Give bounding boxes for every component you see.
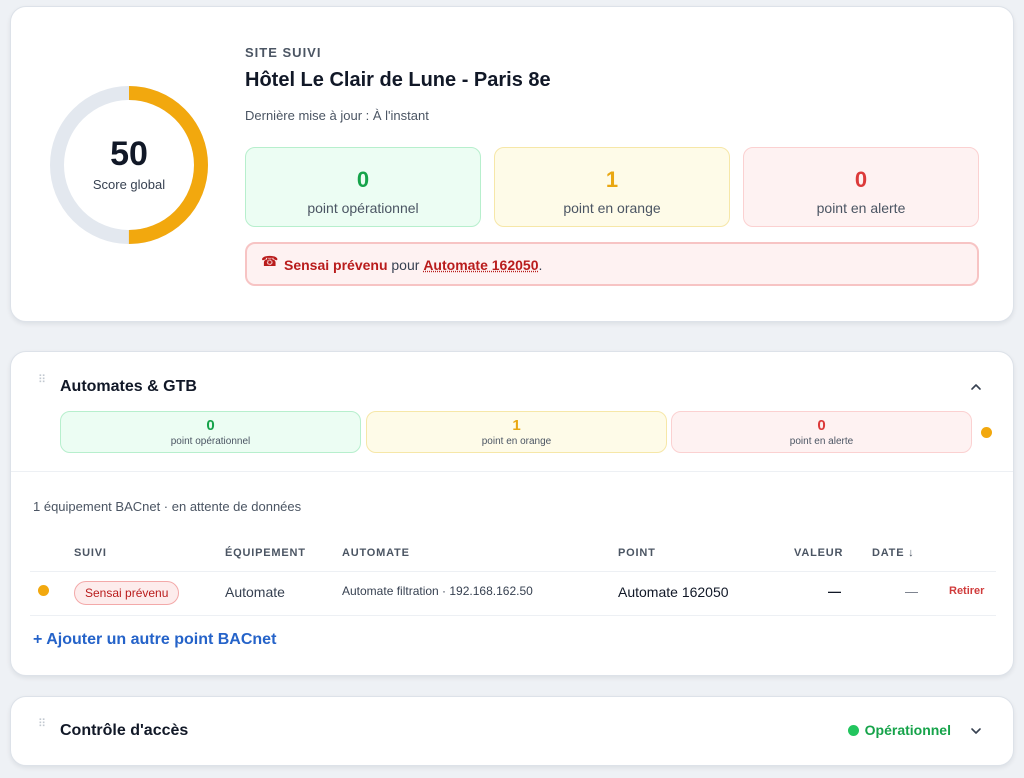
- row-status-dot: [38, 585, 49, 596]
- add-bacnet-point-link[interactable]: + Ajouter un autre point BACnet: [33, 631, 276, 649]
- col-automate[interactable]: AUTOMATE: [342, 547, 410, 559]
- drag-handle-icon[interactable]: ⠿: [38, 719, 48, 733]
- last-update: Dernière mise à jour : À l'instant: [245, 108, 429, 123]
- automates-section: ⠿ Automates & GTB 0 point opérationnel 1…: [10, 351, 1014, 676]
- global-score-gauge: 50 Score global: [49, 85, 209, 245]
- stat-alert: 0 point en alerte: [671, 411, 972, 453]
- stat-orange: 1 point en orange: [494, 147, 730, 227]
- stat-label: point en orange: [481, 436, 552, 447]
- stat-value: 0: [817, 417, 826, 434]
- stat-label: point opérationnel: [170, 436, 251, 447]
- chevron-down-icon[interactable]: [968, 723, 984, 739]
- stat-value: 0: [854, 167, 868, 192]
- cell-point: Automate 162050: [618, 584, 729, 600]
- score-label: Score global: [92, 177, 166, 192]
- col-point[interactable]: POINT: [618, 547, 656, 559]
- stat-alert: 0 point en alerte: [743, 147, 979, 227]
- stat-label: point opérationnel: [307, 200, 419, 216]
- equipment-note: 1 équipement BACnet · en attente de donn…: [33, 499, 302, 514]
- stat-label: point en orange: [563, 200, 661, 216]
- acces-section: ⠿ Contrôle d'accès Opérationnel: [10, 696, 1014, 766]
- cell-valeur: —: [828, 584, 841, 599]
- cell-date: —: [905, 584, 918, 599]
- table-row-border: [30, 571, 996, 572]
- drag-handle-icon[interactable]: ⠿: [38, 375, 48, 389]
- stat-operational: 0 point opérationnel: [245, 147, 481, 227]
- site-summary-card: 50 Score global SITE SUIVI Hôtel Le Clai…: [10, 6, 1014, 322]
- score-value: 50: [110, 135, 148, 173]
- remove-button[interactable]: Retirer: [949, 585, 984, 597]
- divider: [11, 471, 1013, 472]
- status-badge: Sensai prévenu: [74, 581, 180, 605]
- stat-value: 0: [356, 167, 370, 192]
- col-equipement[interactable]: ÉQUIPEMENT: [225, 547, 306, 559]
- status-indicator: Opérationnel: [847, 722, 951, 738]
- stat-operational: 0 point opérationnel: [60, 411, 361, 453]
- stat-value: 1: [605, 167, 619, 192]
- chevron-up-icon[interactable]: [968, 379, 984, 395]
- stat-label: point en alerte: [789, 436, 854, 447]
- cell-equipement: Automate: [225, 584, 285, 600]
- alert-point-link[interactable]: Automate 162050: [423, 257, 538, 273]
- col-suivi[interactable]: SUIVI: [74, 547, 107, 559]
- stat-value: 1: [512, 417, 521, 434]
- section-title: Automates & GTB: [60, 378, 197, 395]
- section-status-dot: [981, 427, 992, 438]
- status-label: Opérationnel: [864, 722, 951, 738]
- site-title: Hôtel Le Clair de Lune - Paris 8e: [245, 69, 551, 91]
- col-date[interactable]: DATE ↓: [872, 547, 914, 559]
- stat-orange: 1 point en orange: [366, 411, 667, 453]
- table-row-border: [30, 615, 996, 616]
- col-valeur[interactable]: VALEUR: [794, 547, 843, 559]
- stat-value: 0: [206, 417, 215, 434]
- phone-icon: ☎: [261, 253, 279, 269]
- status-dot: [847, 725, 859, 736]
- site-eyebrow: SITE SUIVI: [245, 45, 322, 60]
- alert-strong: Sensai prévenu: [284, 257, 388, 273]
- stat-label: point en alerte: [816, 200, 906, 216]
- alert-banner: ☎ Sensai prévenu pour Automate 162050.: [245, 242, 979, 286]
- alert-middle: pour: [387, 257, 424, 273]
- section-title: Contrôle d'accès: [60, 722, 189, 739]
- cell-automate: Automate filtration · 192.168.162.50: [342, 584, 533, 598]
- alert-end: .: [538, 257, 543, 273]
